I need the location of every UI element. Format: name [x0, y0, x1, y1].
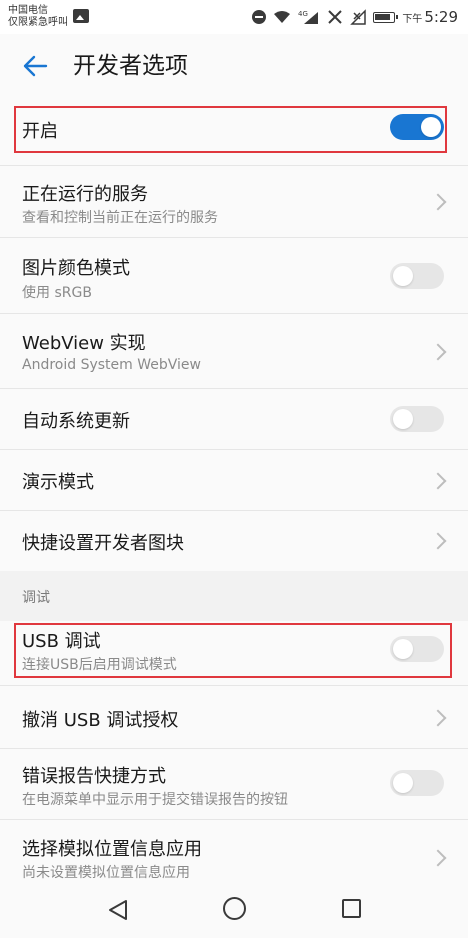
item-subtitle: Android System WebView	[22, 357, 201, 373]
settings-item-usb-debugging[interactable]: USB 调试 连接USB后启用调试模式	[0, 621, 468, 686]
no-signal-icon	[328, 10, 343, 24]
app-header: 开发者选项	[0, 34, 468, 98]
nav-back-icon[interactable]	[108, 899, 128, 921]
item-subtitle: 在电源菜单中显示用于提交错误报告的按钮	[22, 792, 288, 808]
nav-recents-icon[interactable]	[342, 899, 361, 918]
item-title: 错误报告快捷方式	[22, 766, 166, 787]
carrier-info: 中国电信 仅限紧急呼叫	[8, 5, 68, 29]
nav-home-icon[interactable]	[223, 897, 246, 920]
settings-item-webview[interactable]: WebView 实现 Android System WebView	[0, 314, 468, 389]
chevron-right-icon	[429, 472, 447, 490]
picture-color-mode-toggle[interactable]	[390, 263, 444, 289]
carrier-status: 仅限紧急呼叫	[8, 17, 68, 28]
clock: 5:29	[424, 8, 458, 26]
time-period: 下午	[402, 13, 423, 25]
toggle-knob	[393, 773, 413, 793]
item-title: 正在运行的服务	[22, 184, 148, 205]
usb-debugging-toggle[interactable]	[390, 636, 444, 662]
toggle-knob	[421, 117, 441, 137]
toggle-knob	[393, 409, 413, 429]
settings-item-demo-mode[interactable]: 演示模式	[0, 450, 468, 511]
settings-item-bug-report-shortcut[interactable]: 错误报告快捷方式 在电源菜单中显示用于提交错误报告的按钮	[0, 749, 468, 820]
settings-item-running-services[interactable]: 正在运行的服务 查看和控制当前正在运行的服务	[0, 165, 468, 238]
bug-report-shortcut-toggle[interactable]	[390, 770, 444, 796]
chevron-right-icon	[429, 193, 447, 211]
toggle-knob	[393, 266, 413, 286]
item-subtitle: 查看和控制当前正在运行的服务	[22, 210, 218, 226]
section-header-debug: 调试	[0, 571, 468, 621]
item-title: 撤消 USB 调试授权	[22, 710, 179, 731]
section-label: 调试	[22, 590, 50, 606]
gallery-notification-icon	[73, 9, 89, 23]
toggle-knob	[393, 639, 413, 659]
signal-tag: 4G	[298, 10, 308, 18]
item-subtitle: 连接USB后启用调试模式	[22, 657, 177, 673]
item-title: 选择模拟位置信息应用	[22, 839, 202, 860]
settings-item-revoke-usb-auth[interactable]: 撤消 USB 调试授权	[0, 686, 468, 749]
settings-item-picture-color-mode[interactable]: 图片颜色模式 使用 sRGB	[0, 238, 468, 314]
settings-item-mock-location-app[interactable]: 选择模拟位置信息应用 尚未设置模拟位置信息应用	[0, 820, 468, 884]
chevron-right-icon	[429, 532, 447, 550]
settings-item-auto-system-update[interactable]: 自动系统更新	[0, 389, 468, 450]
auto-system-update-toggle[interactable]	[390, 406, 444, 432]
status-icons: 4G 下午 5:29	[252, 7, 458, 27]
item-title: USB 调试	[22, 631, 101, 652]
signal-4g-icon: 4G	[298, 10, 319, 24]
page-title: 开发者选项	[73, 53, 188, 79]
item-title: 快捷设置开发者图块	[22, 533, 184, 554]
battery-icon	[373, 11, 399, 23]
item-subtitle: 使用 sRGB	[22, 285, 92, 301]
status-bar: 中国电信 仅限紧急呼叫 4G 下午 5:29	[0, 0, 468, 34]
item-subtitle: 尚未设置模拟位置信息应用	[22, 865, 190, 881]
chevron-right-icon	[429, 709, 447, 727]
carrier-name: 中国电信	[8, 5, 48, 16]
item-title: 自动系统更新	[22, 411, 130, 432]
master-switch-row[interactable]: 开启	[0, 98, 468, 165]
item-title: 图片颜色模式	[22, 258, 130, 279]
do-not-disturb-icon	[252, 10, 267, 24]
chevron-right-icon	[429, 343, 447, 361]
master-switch-toggle[interactable]	[390, 114, 444, 140]
item-title: 演示模式	[22, 472, 94, 493]
no-sim-signal-icon	[350, 9, 367, 25]
chevron-right-icon	[429, 849, 447, 867]
settings-item-quick-settings-tiles[interactable]: 快捷设置开发者图块	[0, 511, 468, 571]
back-arrow-icon[interactable]	[22, 54, 48, 78]
item-title: WebView 实现	[22, 333, 146, 354]
master-switch-label: 开启	[22, 121, 58, 142]
wifi-icon	[274, 11, 291, 23]
navigation-bar	[0, 880, 468, 938]
